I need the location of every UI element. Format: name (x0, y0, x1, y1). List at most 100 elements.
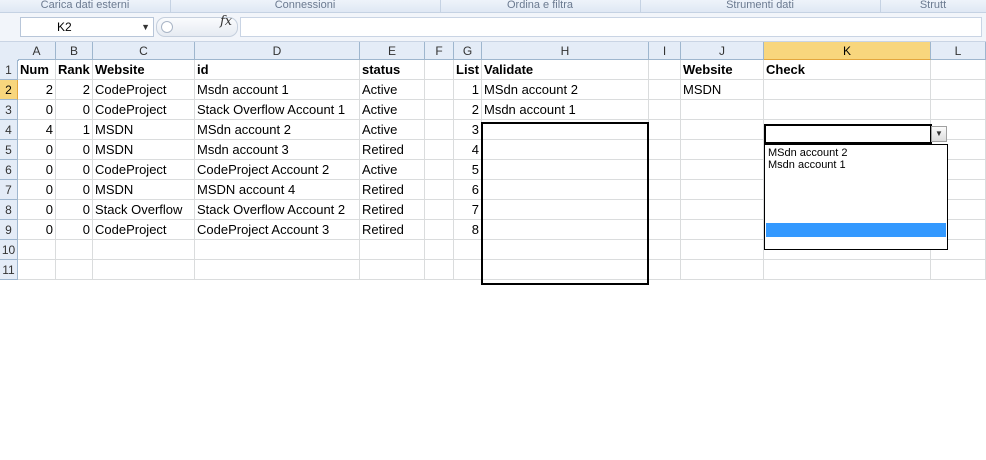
cell-f7[interactable] (425, 180, 454, 200)
row-header-10[interactable]: 10 (0, 240, 18, 260)
cell-g9[interactable]: 8 (454, 220, 482, 240)
cell-a6[interactable]: 0 (18, 160, 56, 180)
formula-input[interactable] (240, 17, 982, 37)
cell-j9[interactable] (681, 220, 764, 240)
cell-f8[interactable] (425, 200, 454, 220)
cell-b7[interactable]: 0 (56, 180, 93, 200)
cell-j8[interactable] (681, 200, 764, 220)
cell-e3[interactable]: Active (360, 100, 425, 120)
cell-c3[interactable]: CodeProject (93, 100, 195, 120)
select-all-corner[interactable] (0, 42, 19, 61)
cell-c4[interactable]: MSDN (93, 120, 195, 140)
column-header-e[interactable]: E (360, 42, 425, 60)
cell-f4[interactable] (425, 120, 454, 140)
cell-g1[interactable]: List (454, 60, 482, 80)
row-header-11[interactable]: 11 (0, 260, 18, 280)
cell-c10[interactable] (93, 240, 195, 260)
cell-c1[interactable]: Website (93, 60, 195, 80)
cell-h9[interactable] (482, 220, 649, 240)
cell-e5[interactable]: Retired (360, 140, 425, 160)
cell-b4[interactable]: 1 (56, 120, 93, 140)
validation-dropdown-list[interactable]: MSdn account 2 Msdn account 1 (764, 144, 948, 250)
cell-l11[interactable] (931, 260, 986, 280)
cell-j2[interactable]: MSDN (681, 80, 764, 100)
cell-h2[interactable]: MSdn account 2 (482, 80, 649, 100)
cell-i9[interactable] (649, 220, 681, 240)
row-header-6[interactable]: 6 (0, 160, 18, 180)
cell-e8[interactable]: Retired (360, 200, 425, 220)
cell-k3[interactable] (764, 100, 931, 120)
cell-f2[interactable] (425, 80, 454, 100)
cell-j1[interactable]: Website (681, 60, 764, 80)
cell-g11[interactable] (454, 260, 482, 280)
cell-i1[interactable] (649, 60, 681, 80)
cell-d7[interactable]: MSDN account 4 (195, 180, 360, 200)
cell-g2[interactable]: 1 (454, 80, 482, 100)
cell-d4[interactable]: MSdn account 2 (195, 120, 360, 140)
cell-a4[interactable]: 4 (18, 120, 56, 140)
cell-a10[interactable] (18, 240, 56, 260)
cell-b1[interactable]: Rank (56, 60, 93, 80)
cell-d2[interactable]: Msdn account 1 (195, 80, 360, 100)
cell-e10[interactable] (360, 240, 425, 260)
cell-j3[interactable] (681, 100, 764, 120)
dropdown-option[interactable]: MSdn account 2 (768, 147, 848, 159)
cell-f3[interactable] (425, 100, 454, 120)
cell-g5[interactable]: 4 (454, 140, 482, 160)
cell-a9[interactable]: 0 (18, 220, 56, 240)
cell-e11[interactable] (360, 260, 425, 280)
cell-c6[interactable]: CodeProject (93, 160, 195, 180)
cell-f6[interactable] (425, 160, 454, 180)
cell-h1[interactable]: Validate (482, 60, 649, 80)
cell-h10[interactable] (482, 240, 649, 260)
column-header-d[interactable]: D (195, 42, 360, 60)
cell-l1[interactable] (931, 60, 986, 80)
cell-b10[interactable] (56, 240, 93, 260)
row-header-1[interactable]: 1 (0, 60, 18, 80)
dropdown-highlight-row[interactable] (766, 223, 946, 237)
cell-f9[interactable] (425, 220, 454, 240)
cell-j10[interactable] (681, 240, 764, 260)
cell-c8[interactable]: Stack Overflow (93, 200, 195, 220)
row-header-5[interactable]: 5 (0, 140, 18, 160)
chevron-down-icon[interactable]: ▼ (141, 18, 150, 36)
cell-i7[interactable] (649, 180, 681, 200)
row-header-7[interactable]: 7 (0, 180, 18, 200)
row-header-3[interactable]: 3 (0, 100, 18, 120)
cell-k11[interactable] (764, 260, 931, 280)
cell-a2[interactable]: 2 (18, 80, 56, 100)
column-header-j[interactable]: J (681, 42, 764, 60)
row-header-8[interactable]: 8 (0, 200, 18, 220)
cell-d1[interactable]: id (195, 60, 360, 80)
row-header-2[interactable]: 2 (0, 80, 18, 100)
cell-h5[interactable] (482, 140, 649, 160)
cell-k1[interactable]: Check (764, 60, 931, 80)
cell-f5[interactable] (425, 140, 454, 160)
cell-b8[interactable]: 0 (56, 200, 93, 220)
cell-b9[interactable]: 0 (56, 220, 93, 240)
cell-g8[interactable]: 7 (454, 200, 482, 220)
cell-f11[interactable] (425, 260, 454, 280)
cell-d11[interactable] (195, 260, 360, 280)
cell-f10[interactable] (425, 240, 454, 260)
cell-g6[interactable]: 5 (454, 160, 482, 180)
cell-i3[interactable] (649, 100, 681, 120)
cell-d3[interactable]: Stack Overflow Account 1 (195, 100, 360, 120)
cell-h3[interactable]: Msdn account 1 (482, 100, 649, 120)
cell-h4[interactable] (482, 120, 649, 140)
cell-i4[interactable] (649, 120, 681, 140)
column-header-b[interactable]: B (56, 42, 93, 60)
active-cell-k2[interactable] (764, 124, 932, 144)
column-header-h[interactable]: H (482, 42, 649, 60)
cell-a8[interactable]: 0 (18, 200, 56, 220)
dropdown-option[interactable]: Msdn account 1 (768, 159, 846, 171)
cell-g10[interactable] (454, 240, 482, 260)
cell-i6[interactable] (649, 160, 681, 180)
cell-d5[interactable]: Msdn account 3 (195, 140, 360, 160)
cell-g7[interactable]: 6 (454, 180, 482, 200)
cell-i10[interactable] (649, 240, 681, 260)
row-header-4[interactable]: 4 (0, 120, 18, 140)
cell-d10[interactable] (195, 240, 360, 260)
cell-e7[interactable]: Retired (360, 180, 425, 200)
cell-j6[interactable] (681, 160, 764, 180)
